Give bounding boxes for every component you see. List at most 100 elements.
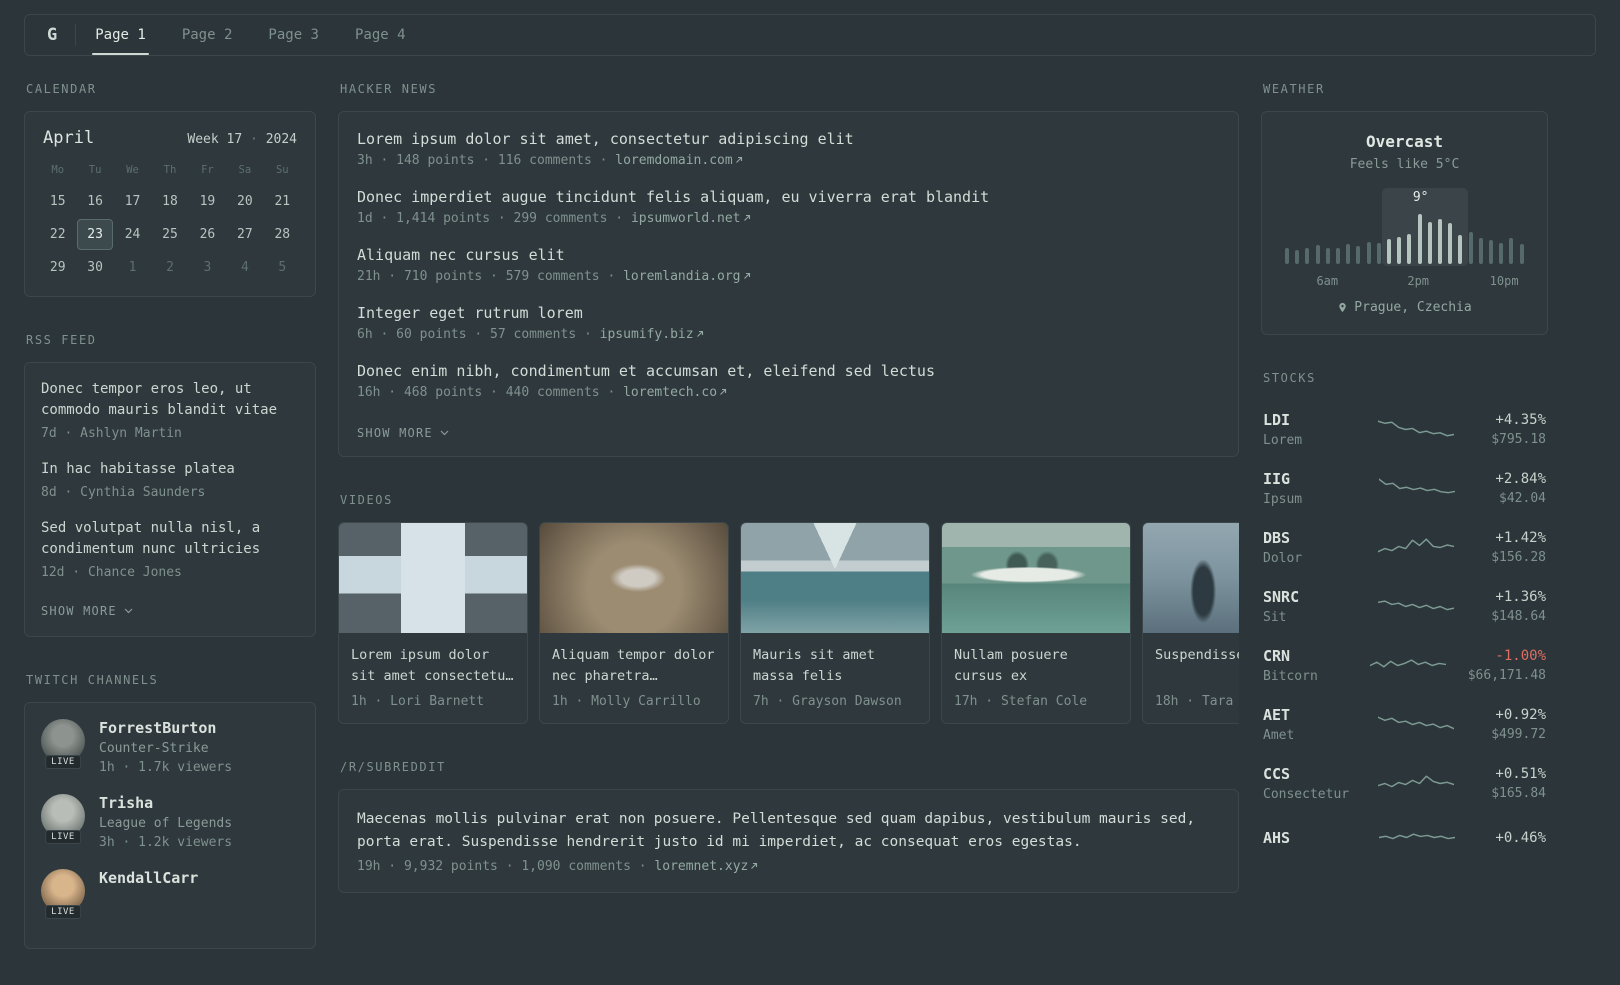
subreddit-post-domain-link[interactable]: loremnet.xyz — [654, 859, 758, 874]
subreddit-header: /R/SUBREDDIT — [340, 760, 446, 774]
stock-row: IIG Ipsum +2.84% $42.04 — [1261, 459, 1548, 518]
stock-name: Consectetur — [1263, 787, 1350, 802]
weather-hour-bar — [1366, 242, 1371, 264]
rss-item-title[interactable]: Sed volutpat nulla nisl, a condimentum n… — [41, 518, 299, 560]
stock-row: DBS Dolor +1.42% $156.28 — [1261, 518, 1548, 577]
calendar-day: 17 — [124, 194, 141, 209]
subreddit-card: Maecenas mollis pulvinar erat non posuer… — [338, 789, 1239, 893]
hackernews-item-title[interactable]: Lorem ipsum dolor sit amet, consectetur … — [357, 130, 1220, 148]
stock-id: DBS Dolor — [1263, 529, 1359, 566]
video-title[interactable]: Mauris sit amet massa felis — [753, 645, 917, 687]
tab-page-2[interactable]: Page 2 — [177, 15, 238, 55]
hackernews-item-domain-link[interactable]: loremtech.co — [623, 385, 727, 400]
calendar-day-header: Fr — [201, 164, 214, 176]
weather-hour-bar — [1376, 243, 1381, 264]
chevron-down-icon — [440, 430, 449, 436]
twitch-channel-game: League of Legends — [99, 816, 233, 831]
subreddit-post-meta-text: 19h · 9,932 points · 1,090 comments · — [357, 859, 655, 874]
app-logo[interactable]: G — [41, 25, 63, 45]
hackernews-item-domain-link[interactable]: loremdomain.com — [615, 153, 742, 168]
tab-page-3[interactable]: Page 3 — [263, 15, 324, 55]
calendar-day-header: Sa — [238, 164, 252, 176]
weather-hour-bar — [1478, 238, 1483, 264]
weather-condition: Overcast — [1365, 132, 1444, 151]
video-card[interactable]: Mauris sit amet massa felis 7h · Grayson… — [740, 522, 930, 724]
stock-values: +0.92% $499.72 — [1491, 707, 1546, 742]
calendar-day: 25 — [162, 227, 178, 242]
hackernews-item-title[interactable]: Integer eget rutrum lorem — [357, 304, 1220, 322]
live-badge: LIVE — [45, 755, 81, 769]
external-link-icon — [720, 388, 727, 395]
rss-item-title[interactable]: In hac habitasse platea — [41, 459, 299, 480]
stock-values: -1.00% $66,171.48 — [1468, 648, 1546, 683]
twitch-channel-game: Counter-Strike — [99, 741, 209, 756]
weather-hour-bar — [1387, 239, 1392, 264]
stock-row: AHS +0.46% — [1261, 813, 1548, 862]
show-more-label: SHOW MORE — [41, 604, 117, 618]
rss-item: In hac habitasse platea 8d · Cynthia Sau… — [41, 459, 299, 500]
rss-item-title[interactable]: Donec tempor eros leo, ut commodo mauris… — [41, 379, 299, 421]
weather-bars — [1285, 214, 1524, 264]
weather-hour-bar — [1315, 245, 1320, 264]
video-title[interactable]: Lorem ipsum dolor sit amet consectetu… — [351, 645, 515, 687]
hackernews-item-title[interactable]: Donec enim nibh, condimentum et accumsan… — [357, 362, 1220, 380]
twitch-channel-name[interactable]: ForrestBurton — [99, 719, 232, 737]
weather-feels-like: Feels like 5°C — [1349, 157, 1460, 172]
stock-values: +1.42% $156.28 — [1491, 530, 1546, 565]
calendar-day-header: We — [126, 164, 139, 176]
calendar-day-selected: 23 — [77, 219, 113, 250]
video-card[interactable]: Suspendisse diam 18h · Tara — [1142, 522, 1239, 724]
video-card[interactable]: Nullam posuere cursus ex 17h · Stefan Co… — [941, 522, 1131, 724]
weather-time-label: 10pm — [1489, 274, 1519, 288]
twitch-channel[interactable]: LIVE Trisha League of Legends 3h · 1.2k … — [41, 794, 299, 850]
twitch-channel-info: KendallCarr — [99, 869, 198, 913]
weather-hour-bar — [1438, 219, 1443, 264]
calendar-day: 24 — [124, 227, 141, 242]
stock-id: AHS — [1263, 829, 1359, 847]
stock-sparkline — [1379, 478, 1456, 494]
left-column: CALENDAR April Week 17 · 2024 Mo Tu We Th Fr… — [24, 82, 316, 985]
stock-change: +2.84% — [1495, 471, 1546, 487]
weather-time-label: 2pm — [1407, 274, 1430, 288]
video-title[interactable]: Aliquam tempor dolor nec pharetra… — [552, 645, 716, 687]
stock-row: CRN Bitcorn -1.00% $66,171.48 — [1261, 636, 1548, 695]
calendar-day: 18 — [162, 194, 178, 209]
subreddit-post-title[interactable]: Maecenas mollis pulvinar erat non posuer… — [357, 808, 1220, 854]
twitch-card: LIVE ForrestBurton Counter-Strike 1h · 1… — [24, 702, 316, 949]
stock-values: +4.35% $795.18 — [1491, 412, 1546, 447]
video-title[interactable]: Nullam posuere cursus ex — [954, 645, 1118, 687]
stock-ticker: LDI — [1263, 411, 1291, 429]
twitch-channel[interactable]: LIVE ForrestBurton Counter-Strike 1h · 1… — [41, 719, 299, 775]
hackernews-item-title[interactable]: Aliquam nec cursus elit — [357, 246, 1220, 264]
hackernews-item-domain-link[interactable]: ipsumworld.net — [631, 211, 751, 226]
calendar-day: 16 — [87, 194, 103, 209]
stocks-widget: STOCKS LDI Lorem +4.35% $795.18 IIG Ipsu… — [1261, 371, 1548, 862]
rss-card: Donec tempor eros leo, ut commodo mauris… — [24, 362, 316, 637]
hackernews-item-domain-link[interactable]: ipsumify.biz — [600, 327, 704, 342]
rss-show-more-button[interactable]: SHOW MORE — [41, 602, 133, 620]
weather-hour-bar — [1336, 248, 1341, 264]
hackernews-item: Aliquam nec cursus elit 21h · 710 points… — [357, 246, 1220, 284]
twitch-channel-name[interactable]: Trisha — [99, 794, 232, 812]
calendar-day-header: Th — [163, 164, 177, 176]
tab-page-4[interactable]: Page 4 — [350, 15, 411, 55]
twitch-channel[interactable]: LIVE KendallCarr — [41, 869, 299, 919]
video-card[interactable]: Lorem ipsum dolor sit amet consectetu… 1… — [338, 522, 528, 724]
tab-page-1[interactable]: Page 1 — [90, 15, 151, 55]
video-card[interactable]: Aliquam tempor dolor nec pharetra… 1h · … — [539, 522, 729, 724]
twitch-channel-viewers: 3h · 1.2k viewers — [99, 835, 233, 850]
stock-id: SNRC Sit — [1263, 588, 1359, 625]
video-title[interactable]: Suspendisse diam — [1155, 645, 1239, 687]
hackernews-show-more-button[interactable]: SHOW MORE — [357, 424, 449, 442]
weather-hour-bar — [1325, 248, 1330, 264]
hackernews-item-meta: 1d · 1,414 points · 299 comments · ipsum… — [357, 211, 1220, 226]
twitch-channel-name[interactable]: KendallCarr — [99, 869, 198, 887]
weather-peak-temp: 9° — [1412, 190, 1429, 205]
video-thumbnail — [540, 523, 728, 633]
weather-card: Overcast Feels like 5°C 9° 6am 2pm 10pm Pra… — [1261, 111, 1548, 335]
hackernews-item-title[interactable]: Donec imperdiet augue tincidunt felis al… — [357, 188, 1220, 206]
hackernews-item-domain-link[interactable]: loremlandia.org — [623, 269, 750, 284]
stock-ticker: AHS — [1263, 828, 1291, 847]
avatar: LIVE — [41, 719, 85, 769]
twitch-header: TWITCH CHANNELS — [26, 673, 159, 687]
